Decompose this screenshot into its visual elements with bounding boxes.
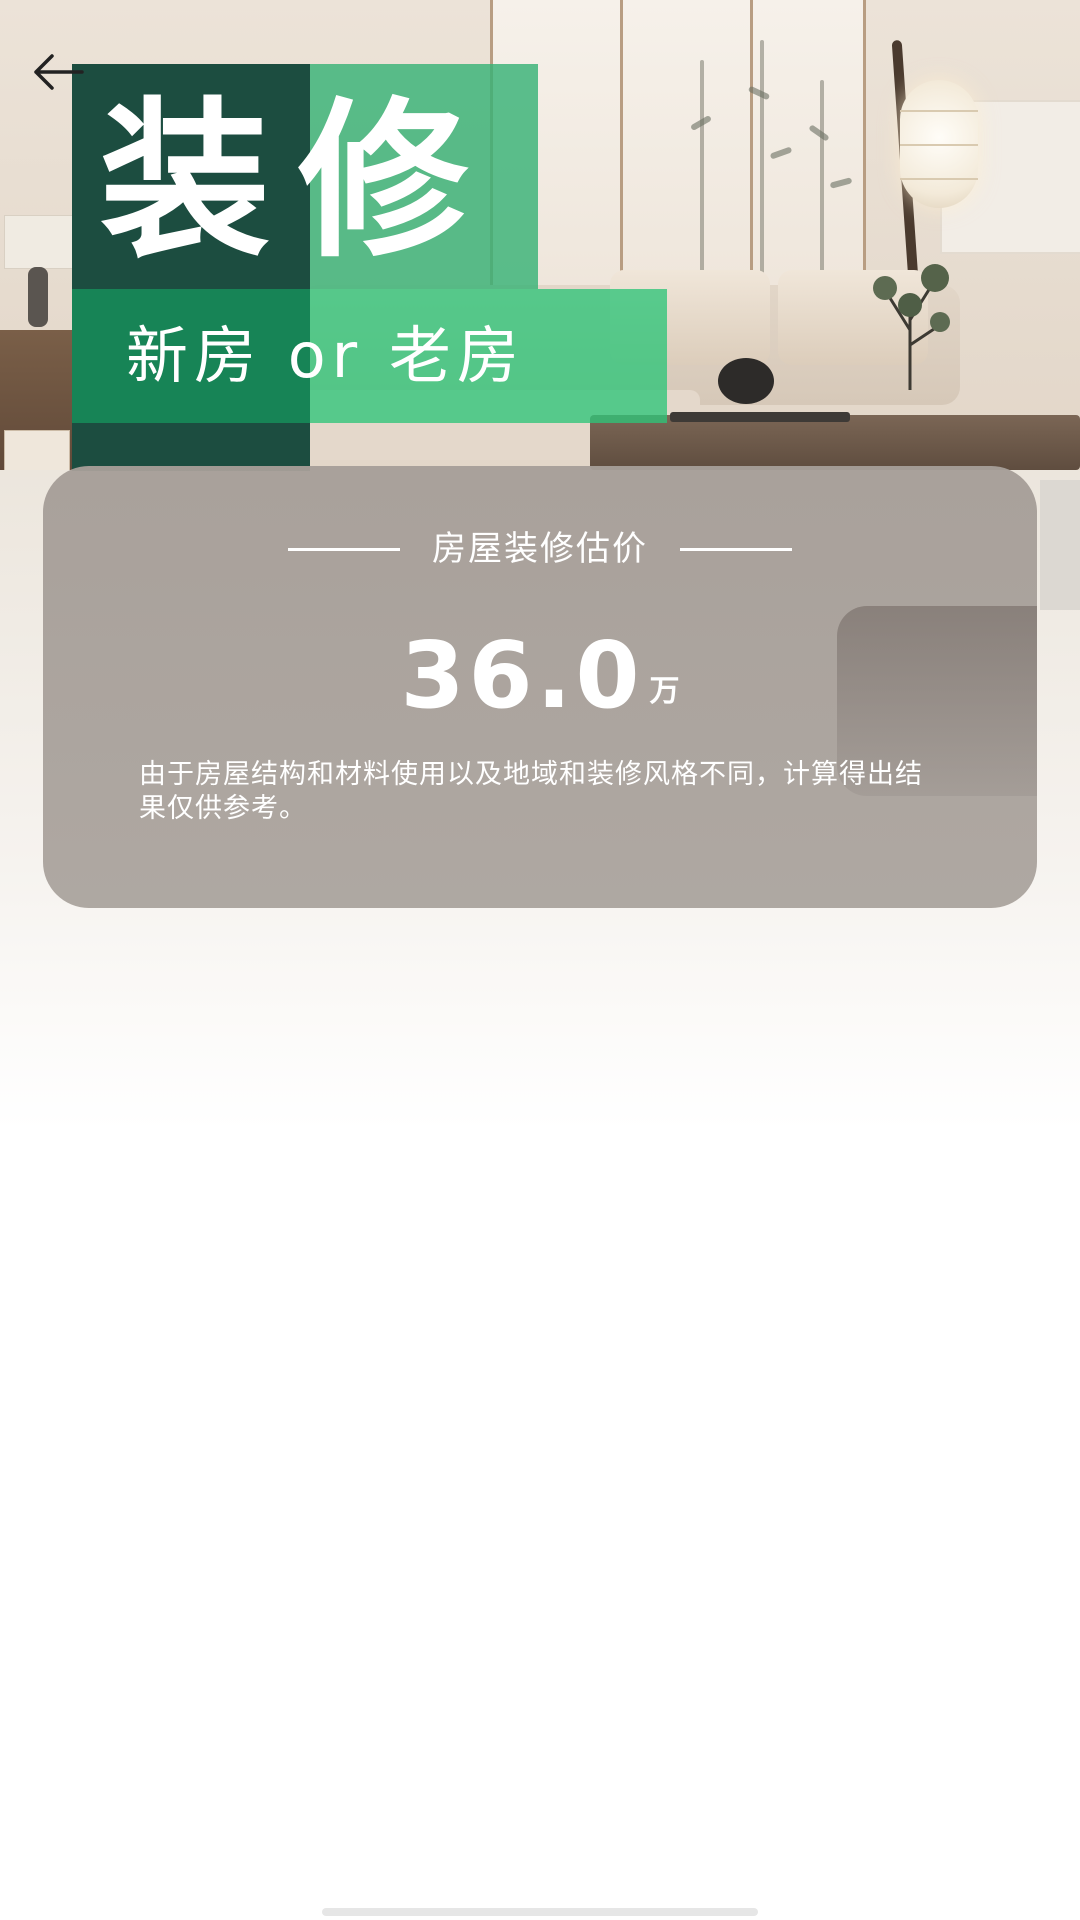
table-lamp-shade xyxy=(4,215,74,269)
bamboo-stalk xyxy=(820,80,824,280)
table-lamp-base xyxy=(28,267,48,327)
lantern-rib xyxy=(900,178,978,180)
estimate-unit: 万 xyxy=(649,674,680,709)
divider-line xyxy=(680,547,792,551)
coffee-table xyxy=(590,415,1080,470)
home-indicator[interactable] xyxy=(322,1908,758,1916)
estimate-disclaimer: 由于房屋结构和材料使用以及地域和装修风格不同，计算得出结果仅供参考。 xyxy=(139,759,923,824)
estimate-value: 36.0 xyxy=(400,622,644,729)
lantern-rib xyxy=(900,144,978,146)
page-title: 装 修 xyxy=(100,86,540,276)
page-subtitle: 新房 or 老房 xyxy=(126,319,525,392)
bamboo-stalk xyxy=(760,40,764,290)
title-char: 装 xyxy=(100,81,277,281)
lantern-rib xyxy=(900,110,978,112)
divider-line xyxy=(288,547,400,551)
title-block-dark-footer xyxy=(72,423,310,471)
estimate-heading-row: 房屋装修估价 xyxy=(43,524,1037,574)
bamboo-stalk xyxy=(700,60,704,290)
back-button[interactable] xyxy=(28,48,88,96)
rug xyxy=(1040,480,1080,610)
tea-tray xyxy=(670,412,850,422)
estimate-heading: 房屋装修估价 xyxy=(432,529,648,569)
price-row: 36.0 万 xyxy=(43,616,1037,726)
arrow-left-icon xyxy=(34,54,84,90)
estimate-card: 房屋装修估价 36.0 万 由于房屋结构和材料使用以及地域和装修风格不同，计算得… xyxy=(43,466,1037,908)
bonsai-plant xyxy=(873,264,950,390)
teapot xyxy=(718,358,774,404)
title-char: 修 xyxy=(298,81,475,281)
